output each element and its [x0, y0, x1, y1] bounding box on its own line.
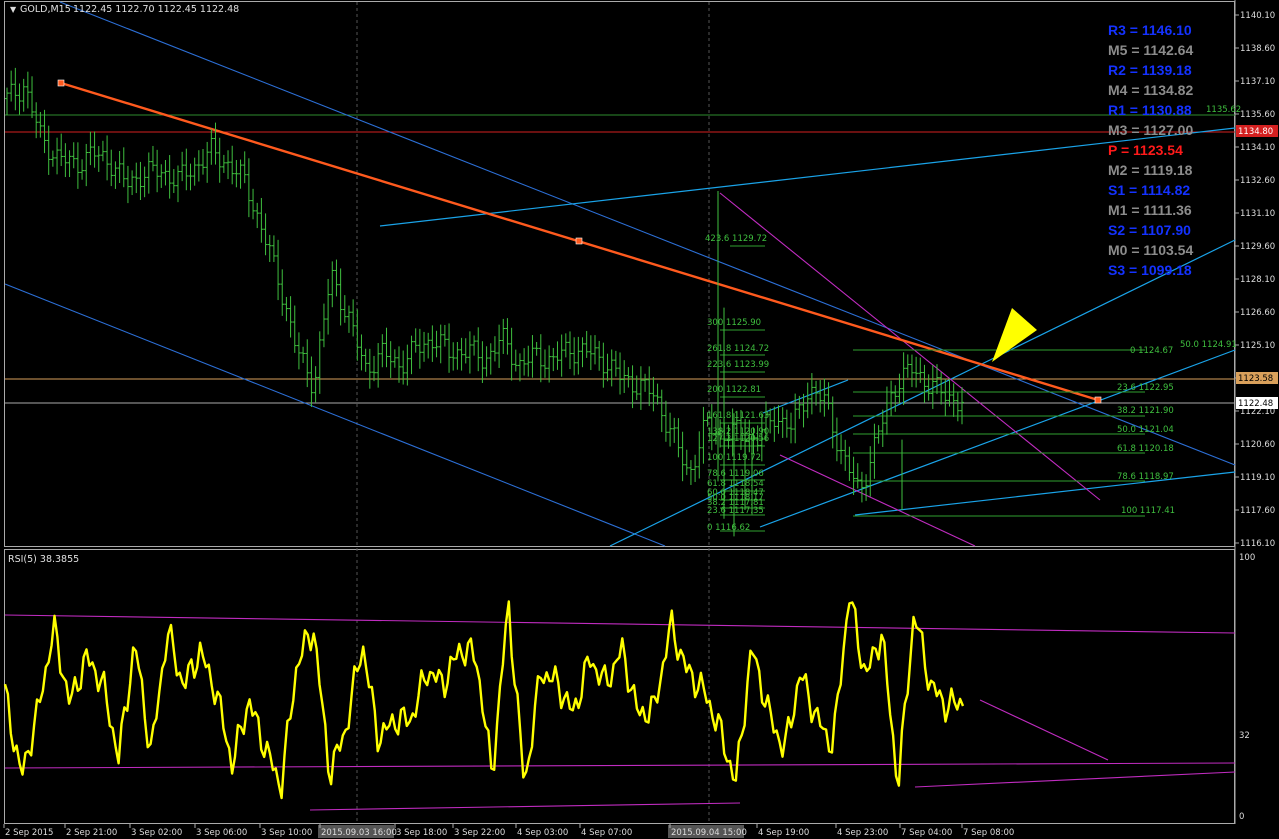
time-tick-label: 2015.09.04 15:00 — [671, 828, 747, 838]
fib-label: 61.8 1120.18 — [1117, 444, 1174, 454]
fib-label: 261.8 1124.72 — [707, 344, 769, 354]
pivot-label-r3: R3 = 1146.10 — [1108, 22, 1192, 38]
time-tick-label: 4 Sep 19:00 — [758, 828, 809, 838]
fib-label: 78.6 1118.97 — [1117, 472, 1174, 482]
time-tick-label: 3 Sep 18:00 — [396, 828, 447, 838]
time-tick-label: 7 Sep 04:00 — [901, 828, 952, 838]
time-tick-label: 4 Sep 23:00 — [837, 828, 888, 838]
orange-trend-line[interactable] — [57, 79, 1102, 404]
price-tick-label: 1131.10 — [1240, 209, 1275, 219]
price-tick-label: 1137.10 — [1240, 77, 1275, 87]
svg-text:0: 0 — [1239, 812, 1244, 822]
price-tick-label: 1126.60 — [1240, 308, 1275, 318]
pivot-label-m1: M1 = 1111.36 — [1108, 202, 1192, 218]
chart-menu-arrow[interactable]: ▼ — [10, 5, 17, 14]
time-tick-label: 3 Sep 06:00 — [196, 828, 247, 838]
price-tick-label: 1138.60 — [1240, 44, 1275, 54]
time-tick-label: 3 Sep 02:00 — [131, 828, 182, 838]
fib-label: 78.6 1119.06 — [707, 469, 764, 479]
symbol-header: GOLD,M15 — [20, 4, 71, 15]
fib-label: 23.6 1117.35 — [707, 506, 764, 516]
pivot-label-m4: M4 = 1134.82 — [1108, 82, 1193, 98]
rsi-label: RSI(5) 38.3855 — [8, 554, 79, 565]
svg-text:1134.80: 1134.80 — [1238, 127, 1273, 137]
fib-label: 0 1116.62 — [707, 523, 750, 533]
time-tick-label: 4 Sep 07:00 — [581, 828, 632, 838]
time-tick-label: 2 Sep 21:00 — [66, 828, 117, 838]
fib-label: 100 1117.41 — [1121, 506, 1175, 516]
time-tick-label: 2015.09.03 16:00 — [321, 828, 397, 838]
fib-labels-right: 0 1124.67 50.0 1124.91 23.6 1122.95 38.2 11… — [1117, 340, 1237, 516]
price-tick-label: 1140.10 — [1240, 11, 1275, 21]
ohlc-header: 1122.45 1122.70 1122.45 1122.48 — [73, 4, 239, 15]
rsi-magenta-lines[interactable] — [4, 614, 1236, 811]
pivot-label-s3: S3 = 1099.18 — [1108, 262, 1192, 278]
fib-label: 423.6 1129.72 — [705, 234, 767, 244]
svg-text:32: 32 — [1239, 731, 1250, 741]
rsi-panel-frame — [4, 549, 1235, 824]
price-tick-label: 1119.10 — [1240, 473, 1275, 483]
fib-label: 50.0 1121.04 — [1117, 425, 1174, 435]
pivot-label-s1: S1 = 1114.82 — [1108, 182, 1190, 198]
rsi-axis: 100 32 0 — [1239, 553, 1255, 822]
price-axis: 1140.10 1138.60 1137.10 1135.60 1134.10 1132.… — [1235, 11, 1275, 549]
price-tick-label: 1128.10 — [1240, 275, 1275, 285]
pivot-label-r2: R2 = 1139.18 — [1108, 62, 1192, 78]
rsi-line[interactable] — [3, 600, 965, 800]
fib-label: 300 1125.90 — [707, 318, 761, 328]
price-tick-label: 1132.60 — [1240, 176, 1275, 186]
price-tick-label: 1117.60 — [1240, 506, 1275, 516]
svg-text:100: 100 — [1239, 553, 1255, 563]
fib-label: 38.2 1121.90 — [1117, 406, 1174, 416]
fib-label: 223.6 1123.99 — [707, 360, 769, 370]
fib-labels-left: 423.6 1129.72 300 1125.90 261.8 1124.72 223… — [705, 234, 769, 533]
fib-label: 127.2 1120.56 — [707, 434, 769, 444]
fib-label: 100 1119.72 — [707, 453, 761, 463]
price-tick-label: 1120.60 — [1240, 440, 1275, 450]
price-tick-label: 1125.10 — [1240, 341, 1275, 351]
pivot-label-s2: S2 = 1107.90 — [1108, 222, 1191, 238]
fib-levels-right[interactable] — [853, 349, 1145, 517]
time-axis: 2 Sep 2015 2 Sep 21:00 3 Sep 02:00 3 Sep 06… — [3, 824, 1014, 838]
svg-text:1123.58: 1123.58 — [1238, 374, 1273, 384]
main-panel-frame — [4, 1, 1235, 547]
price-tick-label: 1116.10 — [1240, 539, 1275, 549]
fib-label: 50.0 1124.91 — [1180, 340, 1237, 350]
fib-label: 200 1122.81 — [707, 385, 761, 395]
price-tick-label: 1129.60 — [1240, 242, 1275, 252]
fib-label: 23.6 1122.95 — [1117, 383, 1174, 393]
price-bars[interactable] — [5, 67, 964, 537]
time-tick-label: 3 Sep 22:00 — [454, 828, 505, 838]
price-tick-label: 1134.10 — [1240, 143, 1275, 153]
price-tag-current: 1122.48 — [1236, 397, 1278, 409]
pivot-label-p: P = 1123.54 — [1108, 142, 1183, 158]
time-tick-label: 3 Sep 10:00 — [261, 828, 312, 838]
price-chart[interactable]: 423.6 1129.72 300 1125.90 261.8 1124.72 223… — [0, 0, 1279, 839]
price-tick-label: 1135.60 — [1240, 110, 1275, 120]
yellow-arrow-marker — [992, 308, 1037, 362]
fib-label: 0 1124.67 — [1130, 346, 1173, 356]
time-tick-label: 7 Sep 08:00 — [963, 828, 1014, 838]
pivot-label-r1: R1 = 1130.88 — [1108, 102, 1192, 118]
pivot-label-m5: M5 = 1142.64 — [1108, 42, 1193, 58]
time-tick-label: 2 Sep 2015 — [5, 828, 53, 838]
svg-text:1122.48: 1122.48 — [1238, 399, 1273, 409]
pivot-label-m2: M2 = 1119.18 — [1108, 162, 1193, 178]
price-tag-red: 1134.80 — [1236, 125, 1278, 137]
magenta-trend-lines[interactable] — [719, 192, 1101, 547]
time-tick-label: 4 Sep 03:00 — [517, 828, 568, 838]
pivot-labels: R3 = 1146.10 M5 = 1142.64 R2 = 1139.18 M4 =… — [1108, 22, 1193, 278]
price-tag-orange: 1123.58 — [1236, 372, 1278, 384]
pivot-label-m3: M3 = 1127.00 — [1108, 122, 1193, 138]
fib-label: 161.8 1121.63 — [707, 411, 769, 421]
trend-channel-lines[interactable] — [4, 1, 1236, 547]
pivot-label-m0: M0 = 1103.54 — [1108, 242, 1193, 258]
